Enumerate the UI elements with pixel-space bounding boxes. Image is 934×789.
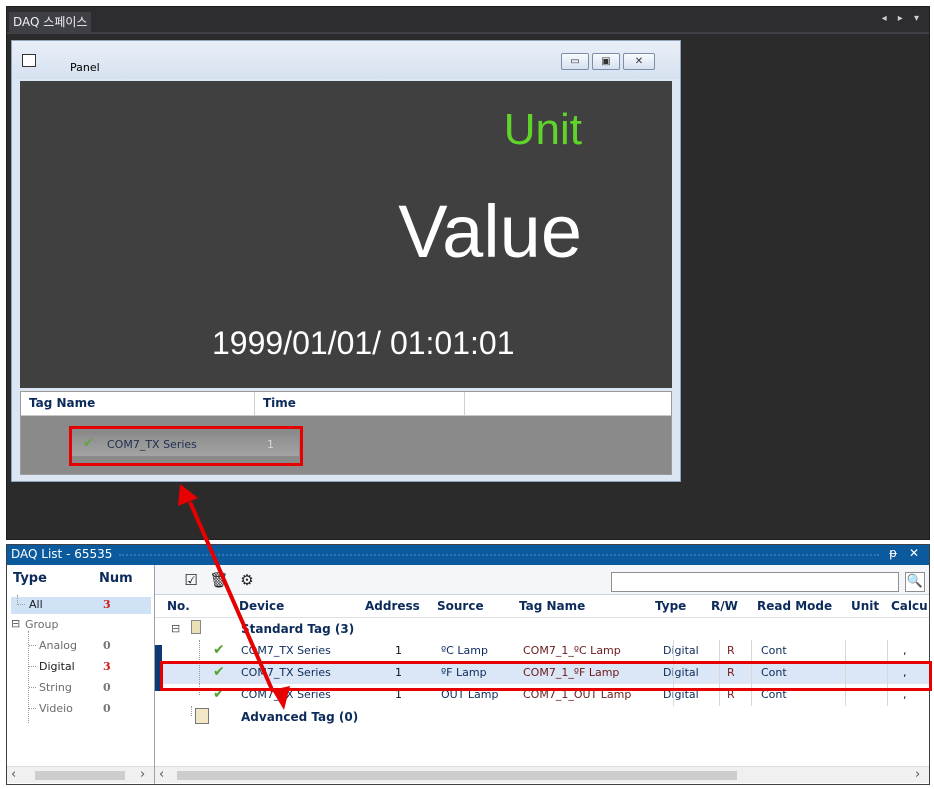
cell-type: Digital: [663, 644, 699, 657]
type-count-video: 0: [103, 702, 111, 715]
minimize-button[interactable]: ▭: [561, 53, 589, 70]
value-display: Unit Value 1999/01/01/ 01:01:01: [20, 81, 672, 388]
col-tag-name[interactable]: Tag Name: [519, 599, 585, 613]
cell-rw: R: [727, 644, 735, 657]
search-input[interactable]: [611, 572, 899, 592]
collapse-icon[interactable]: ⊟: [11, 617, 20, 630]
daq-list-titlebar[interactable]: DAQ List - 65535 ᵽ ✕: [7, 545, 929, 565]
tree-line: [29, 708, 36, 709]
panel-tag-list: Tag Name Time ✔ COM7_TX Series 1: [20, 391, 672, 475]
col-read-mode[interactable]: Read Mode: [757, 599, 832, 613]
group-label-advanced: Advanced Tag (0): [241, 710, 359, 724]
cell-device: COM7_TX Series: [241, 644, 331, 657]
delete-icon[interactable]: 🗑: [209, 570, 229, 590]
highlight-box: [69, 426, 303, 466]
pin-close-icons[interactable]: ᵽ ✕: [889, 546, 923, 560]
value-label: Value: [398, 190, 582, 273]
type-count-string: 0: [103, 681, 111, 694]
col-device[interactable]: Device: [239, 599, 284, 613]
type-item-video[interactable]: Videio: [39, 702, 73, 715]
grid-header: No. Device Address Source Tag Name Type …: [155, 596, 929, 618]
type-item-analog[interactable]: Analog: [39, 639, 77, 652]
type-header: Type: [13, 571, 47, 586]
titlebar-grip: [119, 554, 879, 556]
daq-workspace: DAQ 스페이스 ◂ ▸ ▾ Panel ▭ ▣ ✕ Unit Value 19…: [6, 6, 930, 540]
maximize-button[interactable]: ▣: [592, 53, 620, 70]
scroll-left-icon[interactable]: ‹: [11, 767, 16, 782]
grid-hscrollbar[interactable]: ‹ ›: [155, 766, 929, 783]
workspace-titlebar: DAQ 스페이스 ◂ ▸ ▾: [7, 7, 929, 32]
workspace-tab[interactable]: DAQ 스페이스: [9, 12, 92, 32]
group-label-standard: Standard Tag (3): [241, 622, 355, 636]
column-time[interactable]: Time: [255, 392, 465, 415]
type-item-string[interactable]: String: [39, 681, 72, 694]
type-item-group[interactable]: Group: [25, 618, 59, 631]
type-item-all[interactable]: All: [29, 598, 43, 611]
scroll-thumb[interactable]: [35, 771, 125, 780]
check-icon: ✔: [213, 642, 225, 658]
col-rw[interactable]: R/W: [711, 599, 738, 613]
table-row[interactable]: ✔ COM7_TX Series 1 ºC Lamp COM7_1_ºC Lam…: [155, 640, 929, 662]
col-no[interactable]: No.: [167, 599, 190, 613]
tree-line: [17, 595, 25, 605]
panel-title: Panel: [70, 61, 100, 74]
panel-checkbox[interactable]: [22, 54, 36, 67]
tree-line: [191, 706, 192, 716]
search-icon[interactable]: 🔍: [905, 572, 925, 592]
scroll-left-icon[interactable]: ‹: [159, 767, 164, 782]
col-calc[interactable]: Calcu: [891, 599, 928, 613]
tree-line: [199, 640, 200, 662]
workspace-nav-controls[interactable]: ◂ ▸ ▾: [882, 13, 923, 24]
type-count-all: 3: [103, 598, 111, 611]
tree-line: [29, 666, 36, 667]
tree-line: [29, 687, 36, 688]
settings-icon[interactable]: ⚙: [237, 570, 257, 590]
collapse-icon[interactable]: ⊟: [171, 622, 180, 635]
group-row-advanced[interactable]: Advanced Tag (0): [155, 706, 929, 728]
col-unit[interactable]: Unit: [851, 599, 879, 613]
type-count-digital: 3: [103, 660, 111, 673]
cell-address: 1: [395, 644, 402, 657]
row-highlight-box: [160, 661, 932, 691]
cell-read-mode: Cont: [761, 644, 787, 657]
close-button[interactable]: ✕: [623, 53, 655, 70]
grid-toolbar: ☑ 🗑 ⚙ 🔍: [155, 565, 929, 595]
advanced-tag-icon: [195, 708, 209, 724]
num-header: Num: [99, 571, 133, 586]
scroll-right-icon[interactable]: ›: [140, 767, 145, 782]
tag-list-header: Tag Name Time: [21, 392, 671, 416]
check-all-icon[interactable]: ☑: [181, 570, 201, 590]
col-type[interactable]: Type: [655, 599, 686, 613]
cell-source: ºC Lamp: [441, 644, 488, 657]
cell-tag-name: COM7_1_ºC Lamp: [523, 644, 621, 657]
daq-list-title: DAQ List - 65535: [11, 547, 113, 561]
scroll-thumb[interactable]: [177, 771, 737, 780]
tag-group-icon: [191, 620, 201, 634]
col-address[interactable]: Address: [365, 599, 420, 613]
group-row-standard[interactable]: ⊟ Standard Tag (3): [155, 618, 929, 640]
col-source[interactable]: Source: [437, 599, 484, 613]
cell-calc: ,: [903, 644, 907, 657]
panel-titlebar[interactable]: Panel ▭ ▣ ✕: [12, 41, 680, 79]
type-item-digital[interactable]: Digital: [39, 660, 75, 673]
column-tag-name[interactable]: Tag Name: [21, 392, 255, 415]
scroll-right-icon[interactable]: ›: [915, 767, 920, 782]
type-pane-hscrollbar[interactable]: ‹ ›: [7, 766, 154, 783]
type-tree-pane: Type Num All 3 ⊟ Group Analog 0 Digital …: [7, 565, 155, 784]
tree-line: [29, 645, 36, 646]
datetime-label: 1999/01/01/ 01:01:01: [212, 325, 515, 361]
panel-window: Panel ▭ ▣ ✕ Unit Value 1999/01/01/ 01:01…: [11, 40, 681, 482]
unit-label: Unit: [503, 105, 582, 154]
type-count-analog: 0: [103, 639, 111, 652]
